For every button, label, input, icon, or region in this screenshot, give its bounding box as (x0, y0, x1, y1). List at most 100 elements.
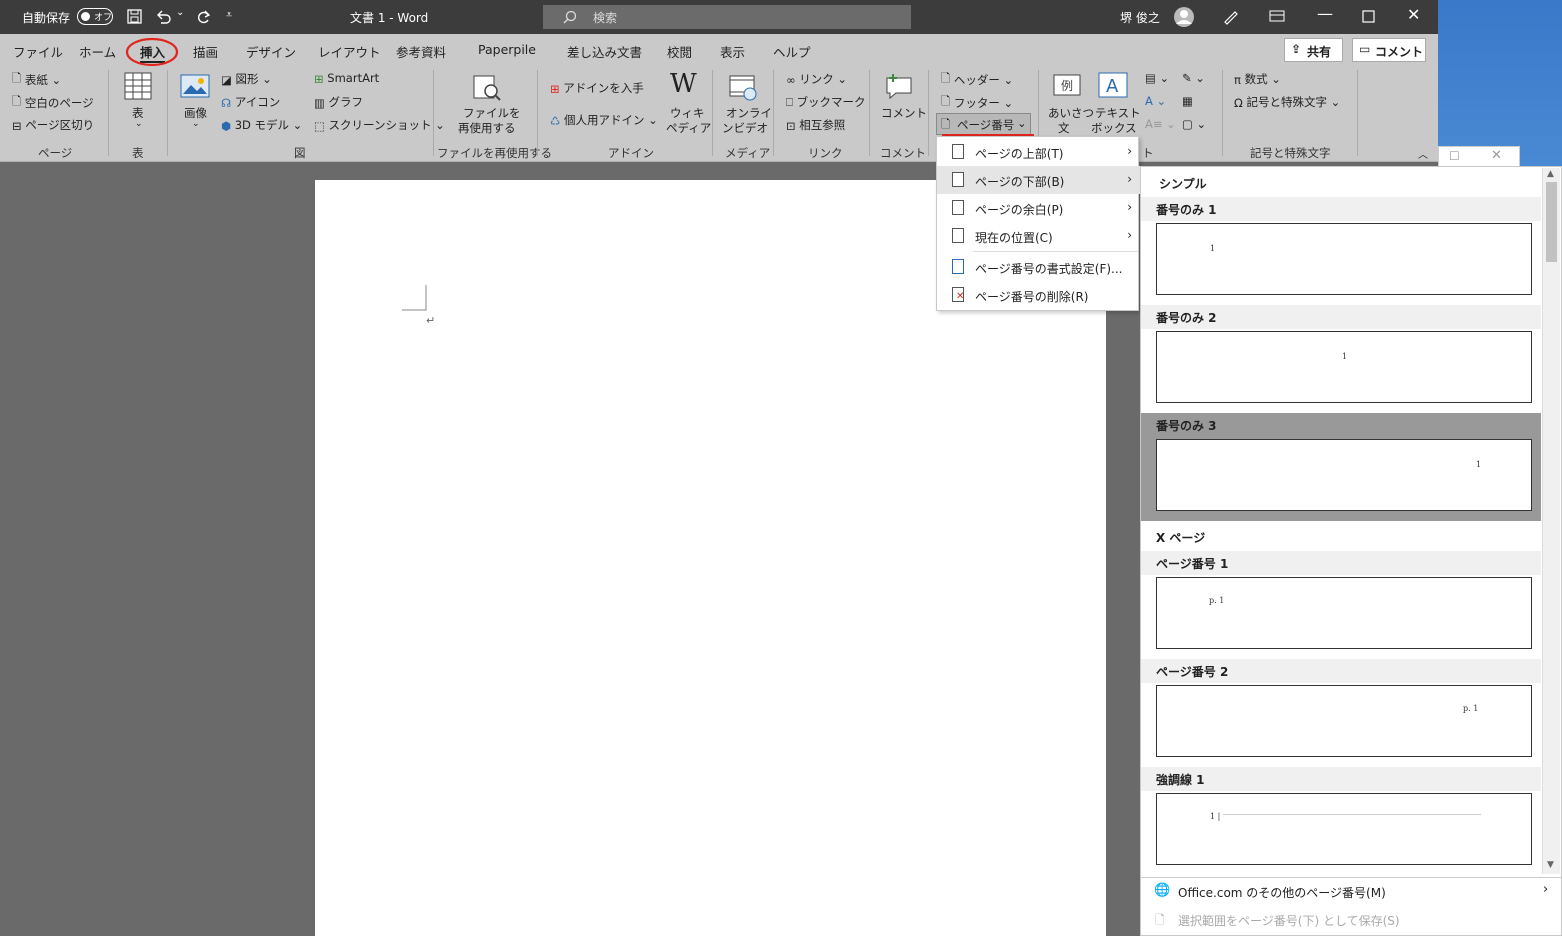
page-number-button[interactable]: 🗋 ページ番号 ⌄ (936, 113, 1031, 135)
gallery-preview-number: p. 1 (1463, 704, 1479, 713)
minimize-icon[interactable]: — (1317, 4, 1333, 23)
greeting-label-2[interactable]: 文 (1058, 120, 1070, 136)
bookmark-button[interactable]: ⎕ ブックマーク (786, 94, 866, 110)
gallery-preview-number: 1 (1476, 460, 1482, 469)
chevron-right-icon: › (1127, 172, 1132, 186)
group-label-reuse: ファイルを再使用する (437, 146, 552, 160)
icons-button[interactable]: ☊ アイコン (221, 94, 280, 110)
shapes-button[interactable]: ◪ 図形 ⌄ (221, 71, 272, 87)
ribbon-display-options-icon[interactable] (1268, 8, 1286, 24)
search-box[interactable]: 検索 (543, 5, 911, 29)
tab-layout[interactable]: レイアウト (318, 42, 381, 61)
tab-references[interactable]: 参考資料 (396, 42, 446, 61)
menu-item-format-page-numbers[interactable]: ページ番号の書式設定(F)... (937, 253, 1140, 281)
share-button[interactable]: ⇪ 共有 (1284, 38, 1343, 62)
gallery-item-plain-number-1[interactable]: 1 (1156, 223, 1532, 295)
tab-help[interactable]: ヘルプ (773, 42, 811, 61)
scroll-up-icon[interactable]: ▲ (1547, 169, 1554, 179)
tab-view[interactable]: 表示 (720, 42, 745, 61)
menu-item-page-margins[interactable]: ページの余白(P) › (937, 194, 1140, 222)
link-button[interactable]: ∞ リンク ⌄ (786, 71, 847, 87)
tab-file[interactable]: ファイル (13, 42, 63, 61)
cover-page-button[interactable]: 🗋 表紙 ⌄ (12, 71, 61, 90)
menu-item-bottom-of-page[interactable]: ページの下部(B) › (937, 166, 1140, 194)
drop-cap-icon[interactable]: A≡ ⌄ (1145, 117, 1176, 131)
get-addins-button[interactable]: ⊞ アドインを入手 (550, 80, 644, 96)
redo-icon[interactable] (194, 8, 212, 26)
svg-text:例: 例 (1061, 79, 1073, 93)
equation-button[interactable]: π 数式 ⌄ (1234, 71, 1281, 87)
customize-qat-icon[interactable]: ⩡ (226, 8, 232, 22)
reuse-files-label-1[interactable]: ファイルを (463, 105, 521, 121)
online-video-icon[interactable] (729, 74, 759, 102)
online-video-label-2[interactable]: ンビデオ (722, 120, 768, 136)
wikipedia-label-1[interactable]: ウィキ (670, 105, 705, 121)
object-icon[interactable]: ▢ ⌄ (1182, 117, 1206, 131)
tab-mailings[interactable]: 差し込み文書 (567, 42, 642, 61)
maximize-icon[interactable] (1362, 10, 1376, 24)
undo-icon[interactable] (155, 8, 173, 26)
gallery-scrollbar[interactable]: ▲ ▼ (1542, 168, 1560, 874)
new-comment-button[interactable]: コメント (881, 105, 927, 121)
wordart-icon[interactable]: A ⌄ (1145, 94, 1166, 108)
save-icon[interactable] (126, 8, 144, 26)
table-icon[interactable] (124, 72, 152, 100)
save-selection-button[interactable]: 🗋 選択範囲をページ番号(下) として保存(S) (1141, 907, 1561, 933)
menu-item-remove-page-numbers[interactable]: ✕ ページ番号の削除(R) (937, 281, 1140, 309)
pen-icon[interactable] (1222, 7, 1240, 25)
undo-dropdown-icon[interactable]: ⌄ (176, 7, 184, 18)
group-separator (537, 70, 538, 156)
signature-line-icon[interactable]: ✎ ⌄ (1182, 71, 1205, 85)
blank-page-button[interactable]: 🗋 空白のページ (12, 94, 94, 113)
greeting-label-1[interactable]: あいさつ (1048, 105, 1094, 121)
tab-review[interactable]: 校閲 (667, 42, 692, 61)
greeting-icon[interactable]: 例 (1053, 74, 1081, 96)
symbol-button[interactable]: Ω 記号と特殊文字 ⌄ (1234, 94, 1340, 110)
avatar[interactable] (1173, 6, 1195, 28)
user-name[interactable]: 堺 俊之 (1120, 9, 1160, 26)
autosave-label: 自動保存 (22, 11, 71, 25)
comments-button[interactable]: ▭ コメント (1352, 38, 1426, 62)
new-comment-icon[interactable] (884, 72, 914, 100)
collapse-ribbon-icon[interactable]: ︿ (1418, 146, 1428, 161)
more-page-numbers-office-button[interactable]: 🌐 Office.com のその他のページ番号(M) › (1141, 879, 1561, 905)
gallery-item-plain-number-2[interactable]: 1 (1156, 331, 1532, 403)
screenshot-button[interactable]: ⬚ スクリーンショット ⌄ (314, 117, 445, 133)
quick-parts-icon[interactable]: ▤ ⌄ (1145, 71, 1169, 85)
picture-icon[interactable] (180, 74, 210, 100)
smartart-button[interactable]: ⊞ SmartArt (314, 71, 379, 86)
text-box-icon[interactable]: A (1098, 72, 1128, 98)
reuse-files-icon[interactable] (472, 74, 502, 102)
scroll-down-icon[interactable]: ▼ (1547, 860, 1554, 870)
scrollbar-thumb[interactable] (1546, 182, 1557, 262)
gallery-item-accent-bar-1[interactable]: 1 | (1156, 793, 1532, 865)
online-video-label-1[interactable]: オンライ (726, 105, 772, 121)
gallery-preview-number: p. 1 (1209, 596, 1225, 605)
menu-item-current-position[interactable]: 現在の位置(C) › (937, 222, 1140, 250)
chart-button[interactable]: ▥ グラフ (314, 94, 363, 110)
table-dropdown-icon[interactable]: ⌄ (135, 119, 143, 129)
header-button[interactable]: 🗋 ヘッダー ⌄ (941, 71, 1013, 90)
my-addins-button[interactable]: ♺ 個人用アドイン ⌄ (550, 112, 658, 128)
footer-button[interactable]: 🗋 フッター ⌄ (941, 94, 1013, 113)
gallery-item-plain-number-3[interactable]: 1 (1156, 439, 1532, 511)
date-time-icon[interactable]: ▦ (1182, 94, 1193, 108)
tab-paperpile[interactable]: Paperpile (478, 42, 536, 57)
close-icon[interactable]: ✕ (1407, 5, 1420, 24)
tab-draw[interactable]: 描画 (193, 42, 218, 61)
text-box-label-1[interactable]: テキスト (1095, 105, 1141, 121)
reuse-files-label-2[interactable]: 再使用する (458, 120, 516, 136)
wikipedia-label-2[interactable]: ペディア (666, 120, 711, 136)
3d-models-button[interactable]: ⬢ 3D モデル ⌄ (221, 117, 302, 133)
page-break-button[interactable]: ⊟ ページ区切り (12, 117, 94, 133)
gallery-item-page-number-1[interactable]: p. 1 (1156, 577, 1532, 649)
cross-reference-button[interactable]: ⊡ 相互参照 (786, 117, 845, 133)
text-box-label-2[interactable]: ボックス (1091, 120, 1137, 136)
wikipedia-icon[interactable]: W (670, 69, 697, 99)
tab-home[interactable]: ホーム (79, 42, 116, 61)
gallery-item-page-number-2[interactable]: p. 1 (1156, 685, 1532, 757)
autosave-toggle[interactable]: オフ (77, 8, 113, 25)
tab-design[interactable]: デザイン (246, 42, 296, 61)
picture-dropdown-icon[interactable]: ⌄ (192, 119, 200, 129)
menu-item-top-of-page[interactable]: ページの上部(T) › (937, 138, 1140, 166)
